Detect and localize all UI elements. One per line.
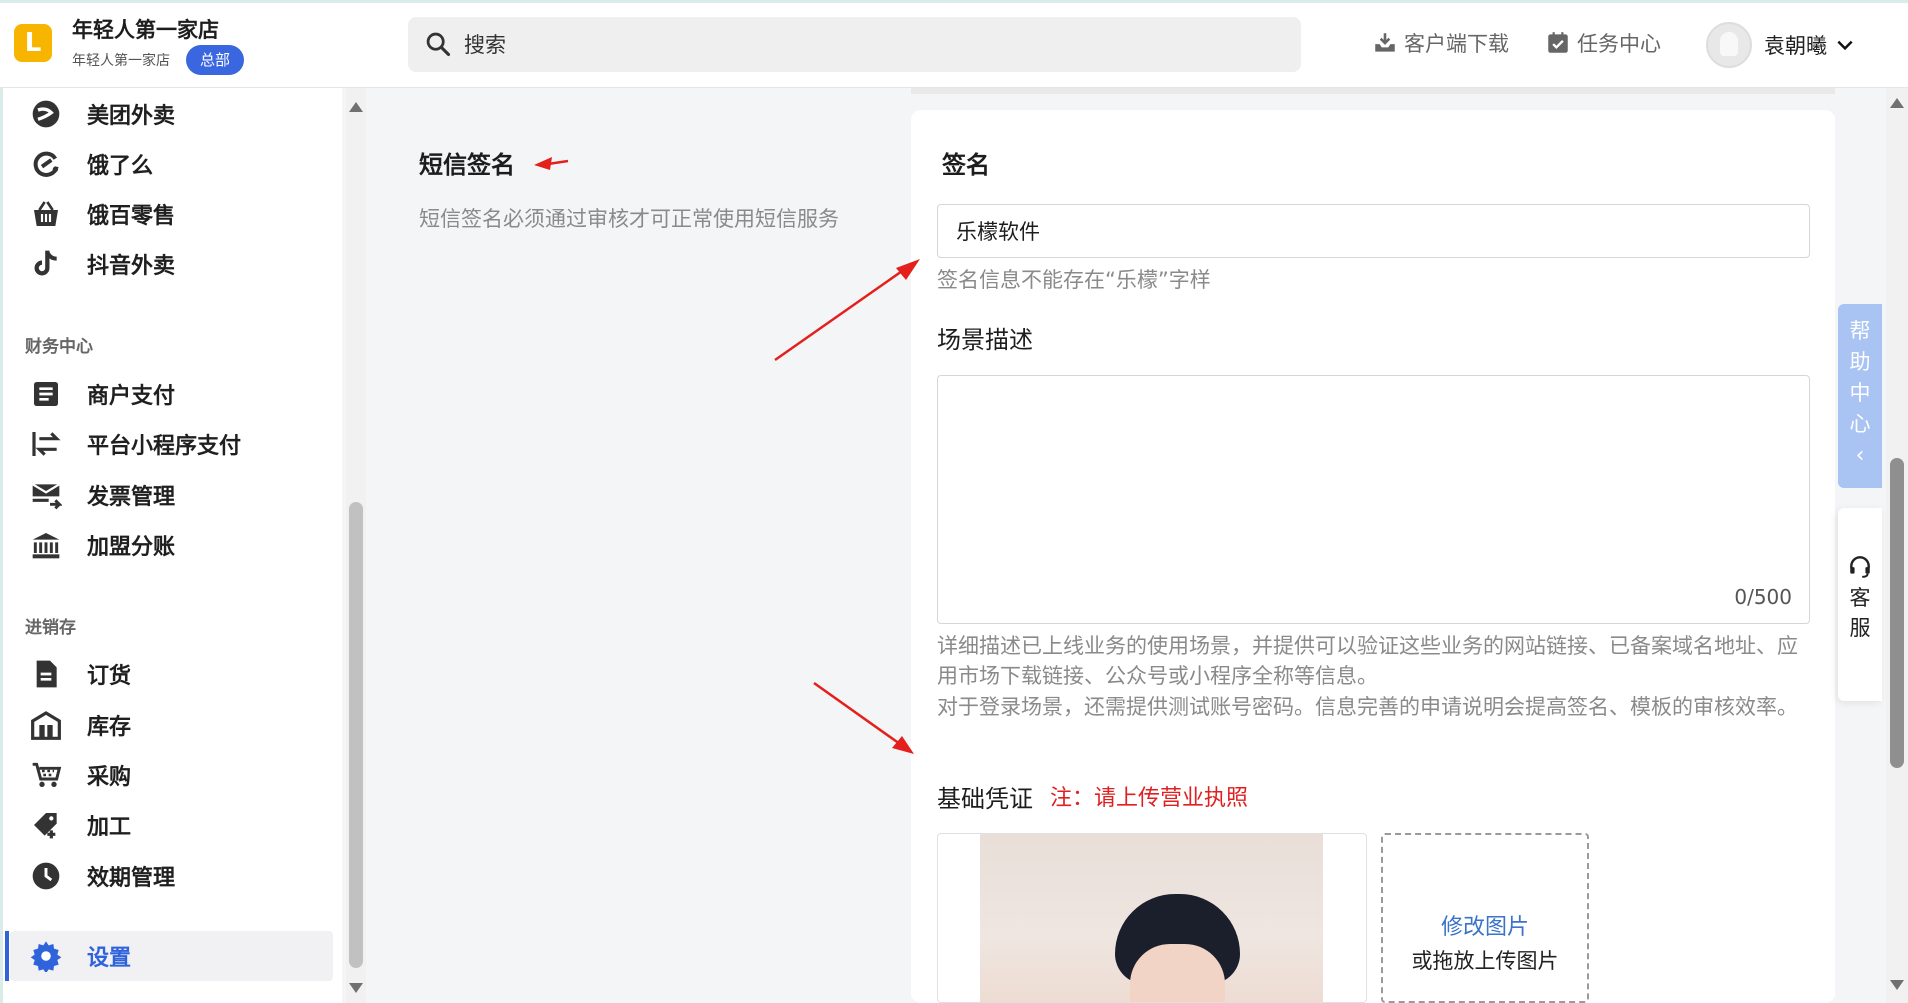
sidebar-item-franchise-split[interactable]: 加盟分账 xyxy=(10,520,333,570)
group-title-finance: 财务中心 xyxy=(25,337,93,357)
sidebar-item-settings[interactable]: 设置 xyxy=(5,931,333,981)
clock-icon xyxy=(29,859,63,893)
credential-label: 基础凭证 xyxy=(937,785,1033,813)
uploaded-image-preview[interactable] xyxy=(937,833,1367,1003)
sidebar-item-label: 库存 xyxy=(87,715,132,740)
main-scroll-thumb[interactable] xyxy=(1890,458,1904,768)
user-menu[interactable]: 袁朝曦 xyxy=(1706,22,1855,68)
task-check-icon xyxy=(1548,32,1568,53)
sidebar-item-label: 饿百零售 xyxy=(87,204,176,229)
top-header: L 年轻人第一家店 年轻人第一家店 总部 客户端下载 任务中心 袁朝曦 xyxy=(0,0,1908,88)
scroll-up-arrow-icon[interactable] xyxy=(1890,98,1904,108)
scroll-down-arrow-icon[interactable] xyxy=(349,983,363,993)
chevron-down-icon[interactable] xyxy=(1835,35,1855,55)
modify-image-link[interactable]: 修改图片 xyxy=(1383,909,1587,941)
drag-upload-text: 或拖放上传图片 xyxy=(1411,949,1559,973)
sidebar-scroll-thumb[interactable] xyxy=(349,502,363,968)
sidebar-item-purchase[interactable]: 采购 xyxy=(10,750,333,800)
help-center-tab[interactable]: 帮助中心 ‹ xyxy=(1838,304,1882,488)
transfer-icon xyxy=(29,427,63,461)
warehouse-icon xyxy=(29,708,63,742)
sidebar-item-label: 发票管理 xyxy=(87,485,176,510)
main-scrollbar[interactable] xyxy=(1886,88,1908,1003)
sidebar-item-label: 订货 xyxy=(87,664,132,689)
sidebar-item-label: 美团外卖 xyxy=(87,104,176,129)
scene-hint-2: 对于登录场景，还需提供测试账号密码。信息完善的申请说明会提高签名、模板的审核效率… xyxy=(937,695,1798,719)
section-title: 短信签名 xyxy=(419,151,515,179)
credential-note: 注：请上传营业执照 xyxy=(1050,786,1249,811)
sidebar-item-label: 饿了么 xyxy=(87,154,154,179)
scene-hint-1: 详细描述已上线业务的使用场景，并提供可以验证这些业务的网站链接、已备案域名地址、… xyxy=(937,634,1798,688)
sidebar-item-invoice[interactable]: 发票管理 xyxy=(10,470,333,520)
sidebar-item-expiry[interactable]: 效期管理 xyxy=(10,851,333,901)
sidebar-item-ordering[interactable]: 订货 xyxy=(10,649,333,699)
meituan-icon xyxy=(29,97,63,131)
sidebar-item-label: 效期管理 xyxy=(87,866,176,891)
help-center-text: 帮助中心 xyxy=(1849,319,1871,436)
basket-icon xyxy=(29,197,63,231)
photo-face xyxy=(1130,944,1225,1002)
scene-textarea[interactable]: 0/500 xyxy=(937,375,1810,624)
document-list-icon xyxy=(29,377,63,411)
sidebar-item-label: 设置 xyxy=(87,946,132,971)
task-center-button[interactable]: 任务中心 xyxy=(1545,28,1661,58)
sidebar-item-label: 抖音外卖 xyxy=(87,254,176,279)
customer-service-text: 客服 xyxy=(1849,586,1871,640)
download-icon xyxy=(1375,33,1395,52)
previous-card-edge xyxy=(911,88,1835,94)
store-subtitle: 年轻人第一家店 xyxy=(72,53,170,69)
sidebar-edge xyxy=(0,88,3,1003)
signature-input[interactable] xyxy=(937,204,1810,258)
group-title-inventory: 进销存 xyxy=(25,618,76,638)
search-icon xyxy=(426,32,451,57)
sidebar-item-label: 加盟分账 xyxy=(87,535,176,560)
user-name: 袁朝曦 xyxy=(1764,34,1827,58)
sidebar-item-meituan[interactable]: 美团外卖 xyxy=(10,89,333,139)
headset-icon xyxy=(1850,556,1870,578)
scroll-up-arrow-icon[interactable] xyxy=(349,102,363,112)
eleme-icon xyxy=(29,147,63,181)
task-center-label: 任务中心 xyxy=(1577,32,1661,56)
invoice-mail-icon xyxy=(29,478,63,512)
search-input[interactable] xyxy=(464,17,1264,72)
sidebar-item-label: 加工 xyxy=(87,815,132,840)
portrait-photo xyxy=(980,834,1323,1002)
scene-label: 场景描述 xyxy=(937,326,1033,354)
sidebar-item-douyin[interactable]: 抖音外卖 xyxy=(10,239,333,289)
cart-icon xyxy=(29,758,63,792)
client-download-label: 客户端下载 xyxy=(1404,32,1509,56)
customer-service-tab[interactable]: 客服 xyxy=(1838,508,1882,701)
store-name[interactable]: 年轻人第一家店 xyxy=(72,14,219,44)
bank-icon xyxy=(29,528,63,562)
hq-badge: 总部 xyxy=(186,45,245,75)
sidebar-item-label: 平台小程序支付 xyxy=(87,434,242,459)
tag-plus-icon xyxy=(29,808,63,842)
collapse-chevron-icon[interactable]: ‹ xyxy=(1838,440,1882,471)
avatar[interactable] xyxy=(1706,22,1752,68)
section-description: 短信签名必须通过审核才可正常使用短信服务 xyxy=(419,207,839,231)
sidebar-item-processing[interactable]: 加工 xyxy=(10,800,333,850)
image-upload-dropzone[interactable]: 修改图片 或拖放上传图片 xyxy=(1381,833,1589,1003)
client-download-button[interactable]: 客户端下载 xyxy=(1372,28,1509,58)
gear-icon xyxy=(29,939,63,973)
sidebar-item-miniprogram-pay[interactable]: 平台小程序支付 xyxy=(10,419,333,469)
sidebar-item-merchant-pay[interactable]: 商户支付 xyxy=(10,369,333,419)
sidebar-item-label: 采购 xyxy=(87,765,132,790)
signature-label: 签名 xyxy=(942,151,990,179)
signature-hint: 签名信息不能存在“乐檬”字样 xyxy=(937,268,1211,292)
sidebar-scrollbar[interactable] xyxy=(346,88,366,1003)
sidebar-item-eleme[interactable]: 饿了么 xyxy=(10,139,333,189)
sidebar-item-label: 商户支付 xyxy=(87,384,176,409)
tiktok-icon xyxy=(29,247,63,281)
search-bar[interactable] xyxy=(408,17,1301,72)
sidebar-item-ebai[interactable]: 饿百零售 xyxy=(10,189,333,239)
sidebar-item-stock[interactable]: 库存 xyxy=(10,700,333,750)
scroll-down-arrow-icon[interactable] xyxy=(1890,980,1904,990)
char-counter: 0/500 xyxy=(1734,585,1792,609)
brand-logo[interactable]: L xyxy=(14,24,52,62)
order-file-icon xyxy=(29,657,63,691)
